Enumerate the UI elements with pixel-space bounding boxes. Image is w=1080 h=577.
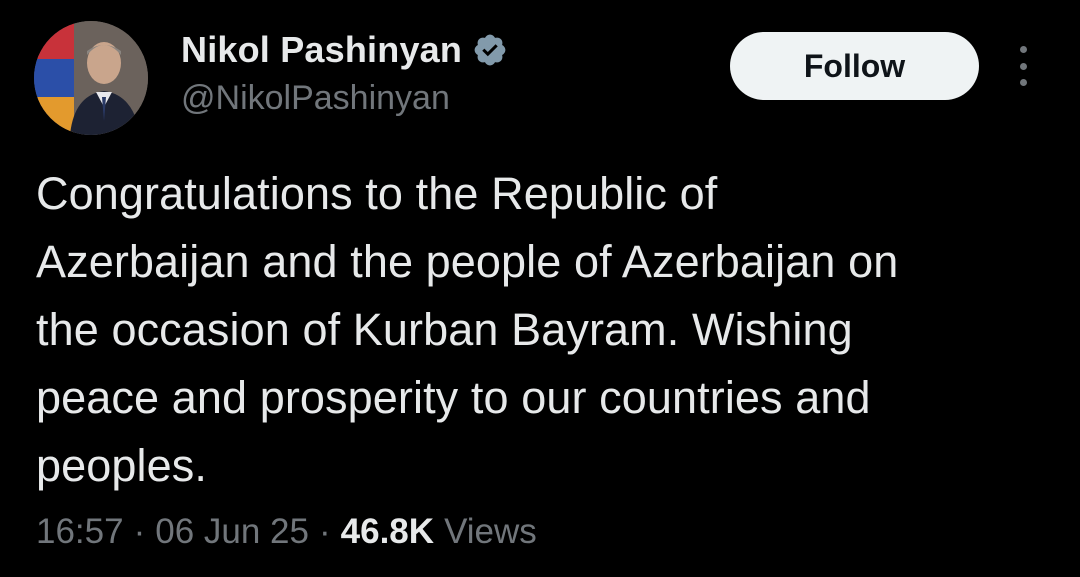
meta-separator: · bbox=[319, 512, 331, 551]
display-name[interactable]: Nikol Pashinyan bbox=[181, 29, 462, 71]
views-label: Views bbox=[444, 512, 537, 551]
tweet-meta: 16:57 · 06 Jun 25 · 46.8K Views bbox=[36, 512, 537, 552]
more-dot bbox=[1019, 46, 1027, 53]
more-options-icon[interactable] bbox=[1006, 46, 1040, 86]
more-dot bbox=[1019, 62, 1027, 70]
profile-photo-icon bbox=[34, 21, 148, 135]
tweet-text: Congratulations to the Republic of Azerb… bbox=[36, 168, 899, 491]
views-count: 46.8K bbox=[340, 512, 435, 551]
tweet-time[interactable]: 16:57 bbox=[36, 512, 124, 552]
author-name-row: Nikol Pashinyan bbox=[181, 26, 508, 74]
tweet-date[interactable]: 06 Jun 25 bbox=[155, 512, 309, 552]
avatar[interactable] bbox=[34, 21, 148, 135]
tweet-card: Nikol Pashinyan @NikolPashinyan Follow C… bbox=[0, 0, 1080, 577]
author-handle[interactable]: @NikolPashinyan bbox=[181, 79, 450, 118]
more-dot bbox=[1019, 79, 1027, 86]
verified-badge-icon[interactable] bbox=[472, 32, 508, 68]
follow-button[interactable]: Follow bbox=[730, 32, 979, 100]
meta-separator: · bbox=[133, 512, 146, 551]
